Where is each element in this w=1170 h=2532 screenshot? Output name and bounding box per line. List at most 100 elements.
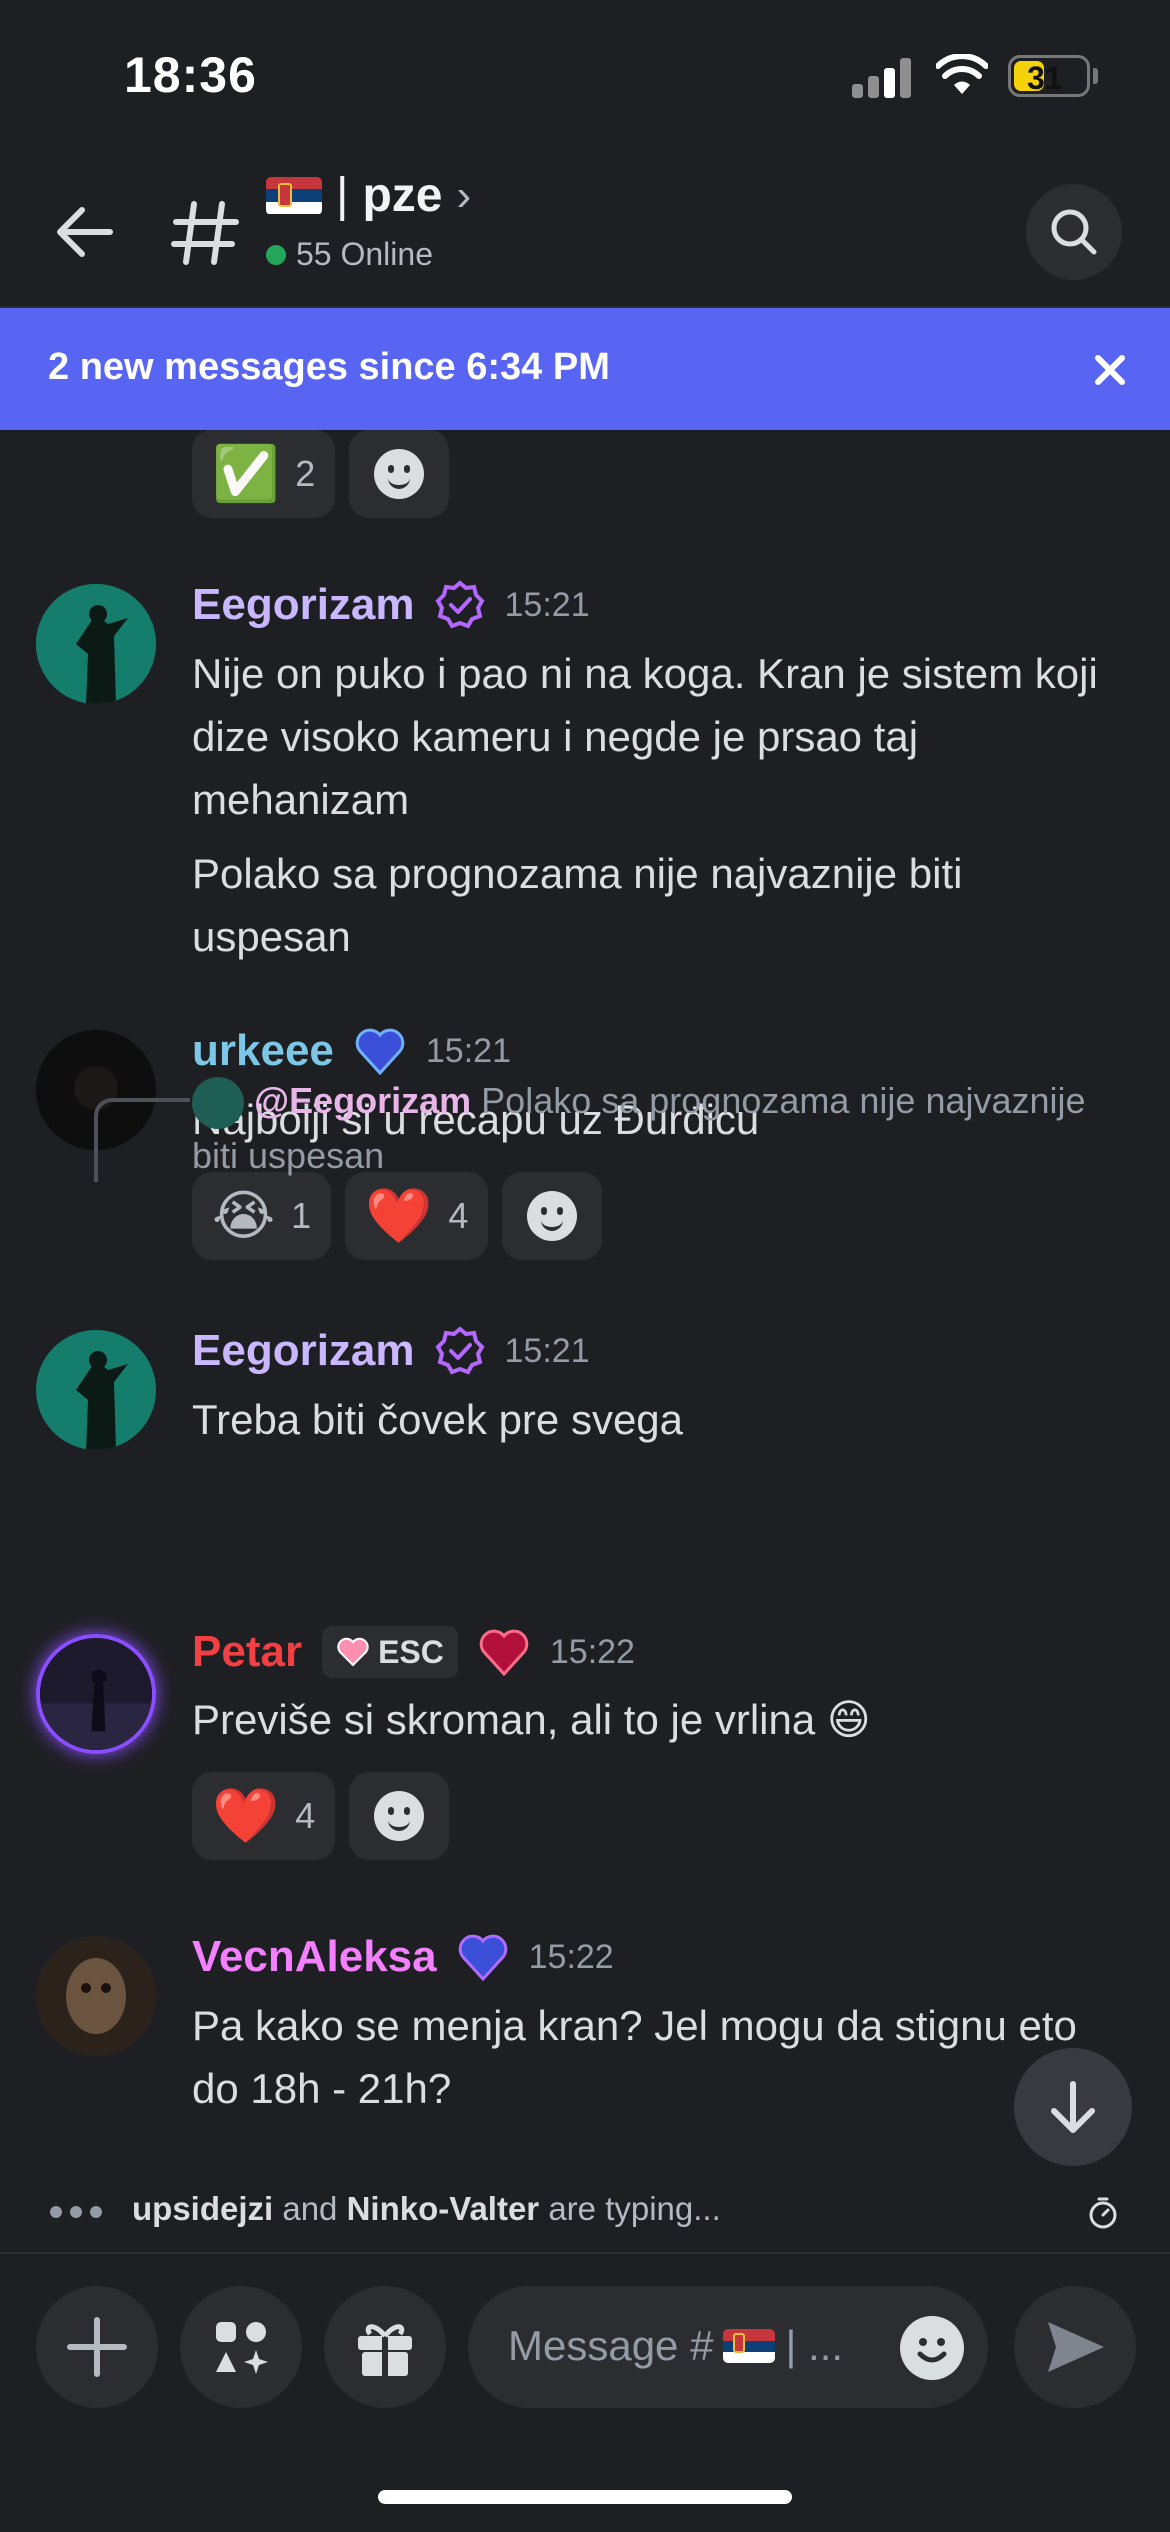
serbia-flag-icon [723,2329,776,2363]
jump-to-bottom-button[interactable] [1014,2048,1132,2166]
status-bar: 18:36 31 [0,0,1170,150]
typing-user: upsidejzi [132,2190,274,2227]
message-header: VecnAleksa 15:22 [192,1932,614,1982]
reaction-emoji: 😭 [212,1186,276,1246]
avatar-image [36,584,156,704]
reaction-sob[interactable]: 😭 1 [192,1172,332,1260]
message-text: Pa kako se menja kran? Jel mogu da stign… [192,2002,1077,2112]
arrow-down-icon [1051,2081,1095,2133]
reaction-check[interactable]: ✅ 2 [192,430,336,518]
username[interactable]: Eegorizam [192,1326,415,1376]
add-reaction-button[interactable] [349,430,450,518]
avatar[interactable] [36,1936,156,2056]
send-button[interactable] [1014,2286,1136,2408]
reaction-emoji: ✅ [212,444,280,504]
message-text: Previše si skroman, ali to je vrlina 😄 [192,1696,871,1743]
emoji-button[interactable] [900,2316,964,2380]
reaction-row: 😭 1 ❤️ 4 [192,1172,603,1260]
reply-connector [94,1098,190,1182]
message-composer: Message # | ... [0,2256,1170,2532]
home-indicator [378,2490,792,2504]
battery-level: 31 [1027,60,1063,96]
online-count: 55 Online [266,236,433,273]
channel-title[interactable]: | pze › [266,168,471,223]
reaction-heart[interactable]: ❤️ 4 [192,1772,336,1860]
verified-badge-icon [435,580,485,629]
reaction-count: 2 [295,453,316,494]
typing-suffix: are typing... [539,2190,721,2227]
reply-avatar [192,1077,244,1130]
add-reaction-icon [374,449,425,499]
online-status-icon [266,244,286,265]
search-icon [1051,209,1097,255]
reaction-count: 4 [295,1795,316,1836]
reaction-count: 4 [448,1195,469,1236]
typing-and: and [273,2190,347,2227]
gift-icon [358,2324,412,2376]
blue-heart-icon [355,1028,405,1075]
message-input[interactable]: Message # | ... [468,2286,988,2408]
chevron-right-icon: › [456,170,472,220]
reaction-row: ✅ 2 [192,430,450,518]
verified-badge-icon [435,1326,485,1375]
apps-button[interactable] [180,2286,302,2408]
reaction-row: ❤️ 4 [192,1772,450,1860]
avatar[interactable] [36,584,156,704]
timestamp: 15:21 [425,1031,511,1070]
server-tag-text: ESC [378,1633,444,1670]
sparkle-heart-icon [337,1637,369,1667]
red-heart-icon [479,1629,529,1676]
typing-dots-icon [50,2206,102,2218]
emoji-icon [917,2338,947,2363]
timer-icon[interactable] [1086,2196,1120,2230]
online-count-text: 55 Online [296,236,433,272]
avatar[interactable] [36,1330,156,1450]
wifi-icon [936,54,988,94]
username[interactable]: Petar [192,1627,302,1677]
timestamp: 15:22 [549,1632,635,1671]
add-reaction-icon [527,1191,578,1241]
username[interactable]: VecnAleksa [192,1932,437,1982]
message-text: Nije on puko i pao ni na koga. Kran je s… [192,650,1098,823]
serbia-flag-icon [266,176,322,215]
message-list[interactable]: ✅ 2 Eegorizam 15:21 Nije on puko i pao n… [0,430,1170,2160]
add-reaction-button[interactable] [502,1172,603,1260]
apps-icon [216,2322,268,2374]
reply-preview[interactable]: @Eegorizam Polako sa prognozama nije najv… [192,1074,1092,1183]
avatar-image [36,1330,156,1450]
typing-user: Ninko-Valter [346,2190,540,2227]
placeholder-suffix: | ... [785,2322,844,2369]
username[interactable]: Eegorizam [192,580,415,630]
typing-text: upsidejzi and Ninko-Valter are typing... [132,2190,721,2228]
back-arrow-icon[interactable] [50,198,118,266]
reaction-emoji: ❤️ [365,1186,433,1246]
timestamp: 15:22 [528,1937,614,1976]
blue-heart-icon [458,1934,507,1981]
reaction-heart[interactable]: ❤️ 4 [345,1172,489,1260]
status-time: 18:36 [124,47,257,103]
new-messages-banner[interactable]: 2 new messages since 6:34 PM [0,308,1170,430]
channel-header: | pze › 55 Online [0,150,1170,308]
channel-name: pze [362,169,443,222]
hash-icon [171,201,239,265]
send-icon [1048,2322,1104,2372]
message-text: Polako sa prognozama nije najvaznije bit… [192,850,963,960]
battery-icon: 31 [1008,55,1090,97]
timestamp: 15:21 [504,585,590,624]
reaction-emoji: ❤️ [212,1786,280,1846]
username[interactable]: urkeee [192,1026,334,1076]
add-reaction-button[interactable] [349,1772,450,1860]
message-placeholder: Message # | ... [508,2322,843,2370]
message-header: urkeee 15:21 [192,1026,511,1076]
timestamp: 15:21 [504,1331,590,1370]
message-header: Petar ESC 15:22 [192,1626,635,1678]
gift-button[interactable] [324,2286,446,2408]
add-reaction-icon [374,1791,425,1841]
avatar[interactable] [36,1634,156,1754]
search-button[interactable] [1026,184,1122,280]
attach-button[interactable] [36,2286,158,2408]
plus-icon [67,2317,127,2377]
avatar-image [36,1936,156,2056]
close-icon[interactable] [1090,350,1130,390]
server-tag: ESC [322,1626,458,1678]
